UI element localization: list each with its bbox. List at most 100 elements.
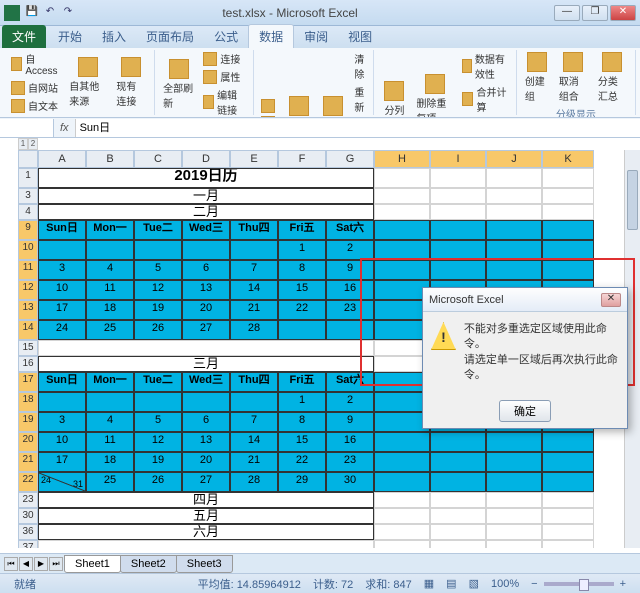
column-headers[interactable]: ABCDEFGHIJK (38, 150, 624, 168)
from-text-button[interactable]: 自文本 (8, 97, 63, 114)
scroll-thumb[interactable] (627, 170, 638, 230)
cell[interactable]: 21 (230, 300, 278, 320)
row-header[interactable]: 21 (18, 452, 38, 472)
cell[interactable]: 12 (134, 432, 182, 452)
cell[interactable] (430, 204, 486, 220)
row-header[interactable]: 14 (18, 320, 38, 340)
row-header[interactable]: 23 (18, 492, 38, 508)
connections-button[interactable]: 连接 (200, 50, 249, 67)
cell[interactable]: 30 (326, 472, 374, 492)
dialog-titlebar[interactable]: Microsoft Excel ✕ (423, 288, 627, 312)
cell[interactable]: 26 (134, 472, 182, 492)
undo-button[interactable]: ↶ (42, 4, 58, 20)
cell[interactable] (486, 472, 542, 492)
cell[interactable] (430, 168, 486, 188)
cell[interactable] (542, 260, 594, 280)
sort-az-button[interactable] (258, 98, 281, 114)
tab-formula[interactable]: 公式 (204, 25, 248, 48)
cell[interactable] (486, 188, 542, 204)
cell[interactable]: 8 (278, 260, 326, 280)
cell[interactable] (374, 524, 430, 540)
cell[interactable] (430, 260, 486, 280)
subtotal-button[interactable]: 分类汇总 (594, 50, 631, 105)
cell[interactable]: 25 (86, 472, 134, 492)
cell[interactable]: 13 (182, 280, 230, 300)
cell[interactable] (542, 188, 594, 204)
row-header[interactable]: 20 (18, 432, 38, 452)
cell[interactable]: 12 (134, 280, 182, 300)
cell[interactable]: 10 (38, 280, 86, 300)
cell[interactable] (38, 240, 86, 260)
cell[interactable]: 4 (86, 260, 134, 280)
cell[interactable] (542, 432, 594, 452)
cell[interactable] (542, 492, 594, 508)
row-header[interactable]: 16 (18, 356, 38, 372)
col-header-J[interactable]: J (486, 150, 542, 168)
cell[interactable]: 6 (182, 260, 230, 280)
col-header-H[interactable]: H (374, 150, 430, 168)
cell[interactable]: 16 (326, 432, 374, 452)
row-header[interactable]: 3 (18, 188, 38, 204)
cell[interactable] (182, 392, 230, 412)
text-to-columns-button[interactable]: 分列 (378, 79, 410, 118)
cell[interactable] (486, 432, 542, 452)
cell[interactable] (86, 240, 134, 260)
cell[interactable] (374, 492, 430, 508)
cell[interactable]: Tue二 (134, 372, 182, 392)
cell[interactable]: Mon一 (86, 220, 134, 240)
cell[interactable] (486, 240, 542, 260)
cell[interactable]: 23 (326, 452, 374, 472)
zoom-level[interactable]: 100% (491, 578, 519, 590)
row-header[interactable]: 13 (18, 300, 38, 320)
sheet-tab-2[interactable]: Sheet2 (120, 555, 177, 573)
cell[interactable] (134, 240, 182, 260)
row-header[interactable]: 9 (18, 220, 38, 240)
cell[interactable] (430, 508, 486, 524)
cell[interactable] (374, 508, 430, 524)
clear-button[interactable]: 清除 (351, 50, 369, 82)
cell[interactable]: 28 (230, 472, 278, 492)
cell[interactable] (430, 240, 486, 260)
col-header-F[interactable]: F (278, 150, 326, 168)
cell[interactable]: 2431 (38, 472, 86, 492)
zoom-in-button[interactable]: + (620, 578, 626, 590)
cell[interactable]: 21 (230, 452, 278, 472)
cell[interactable]: 20 (182, 300, 230, 320)
cell[interactable]: 五月 (38, 508, 374, 524)
validation-button[interactable]: 数据有效性 (459, 50, 512, 82)
minimize-button[interactable]: — (554, 5, 580, 21)
cell[interactable] (430, 220, 486, 240)
select-all-corner[interactable] (18, 150, 38, 168)
col-header-K[interactable]: K (542, 150, 594, 168)
tab-nav-first[interactable]: ⏮ (4, 557, 18, 571)
filter-button[interactable]: 筛选 (317, 94, 349, 118)
cell[interactable]: 六月 (38, 524, 374, 540)
cell[interactable] (278, 320, 326, 340)
cell[interactable]: 8 (278, 412, 326, 432)
col-header-E[interactable]: E (230, 150, 278, 168)
cell[interactable] (430, 188, 486, 204)
cell[interactable]: 26 (134, 320, 182, 340)
sheet-tab-3[interactable]: Sheet3 (176, 555, 233, 573)
cell[interactable] (486, 168, 542, 188)
cell[interactable]: 2 (326, 392, 374, 412)
cell[interactable] (374, 260, 430, 280)
cell[interactable] (38, 540, 374, 548)
save-button[interactable]: 💾 (24, 4, 40, 20)
cell[interactable] (374, 240, 430, 260)
outline-level-buttons[interactable]: 1 2 (18, 138, 38, 150)
reapply-button[interactable]: 重新应用 (351, 83, 369, 118)
refresh-all-button[interactable]: 全部刷新 (159, 57, 198, 112)
cell[interactable]: 23 (326, 300, 374, 320)
row-header[interactable]: 36 (18, 524, 38, 540)
cell[interactable]: 16 (326, 280, 374, 300)
sort-button[interactable]: 排序 (283, 94, 315, 118)
cell[interactable]: 3 (38, 412, 86, 432)
row-header[interactable]: 4 (18, 204, 38, 220)
cell[interactable]: 22 (278, 452, 326, 472)
cell[interactable] (430, 432, 486, 452)
cell[interactable] (486, 524, 542, 540)
cell[interactable]: 27 (182, 320, 230, 340)
cell[interactable]: 20 (182, 452, 230, 472)
tab-review[interactable]: 审阅 (294, 25, 338, 48)
